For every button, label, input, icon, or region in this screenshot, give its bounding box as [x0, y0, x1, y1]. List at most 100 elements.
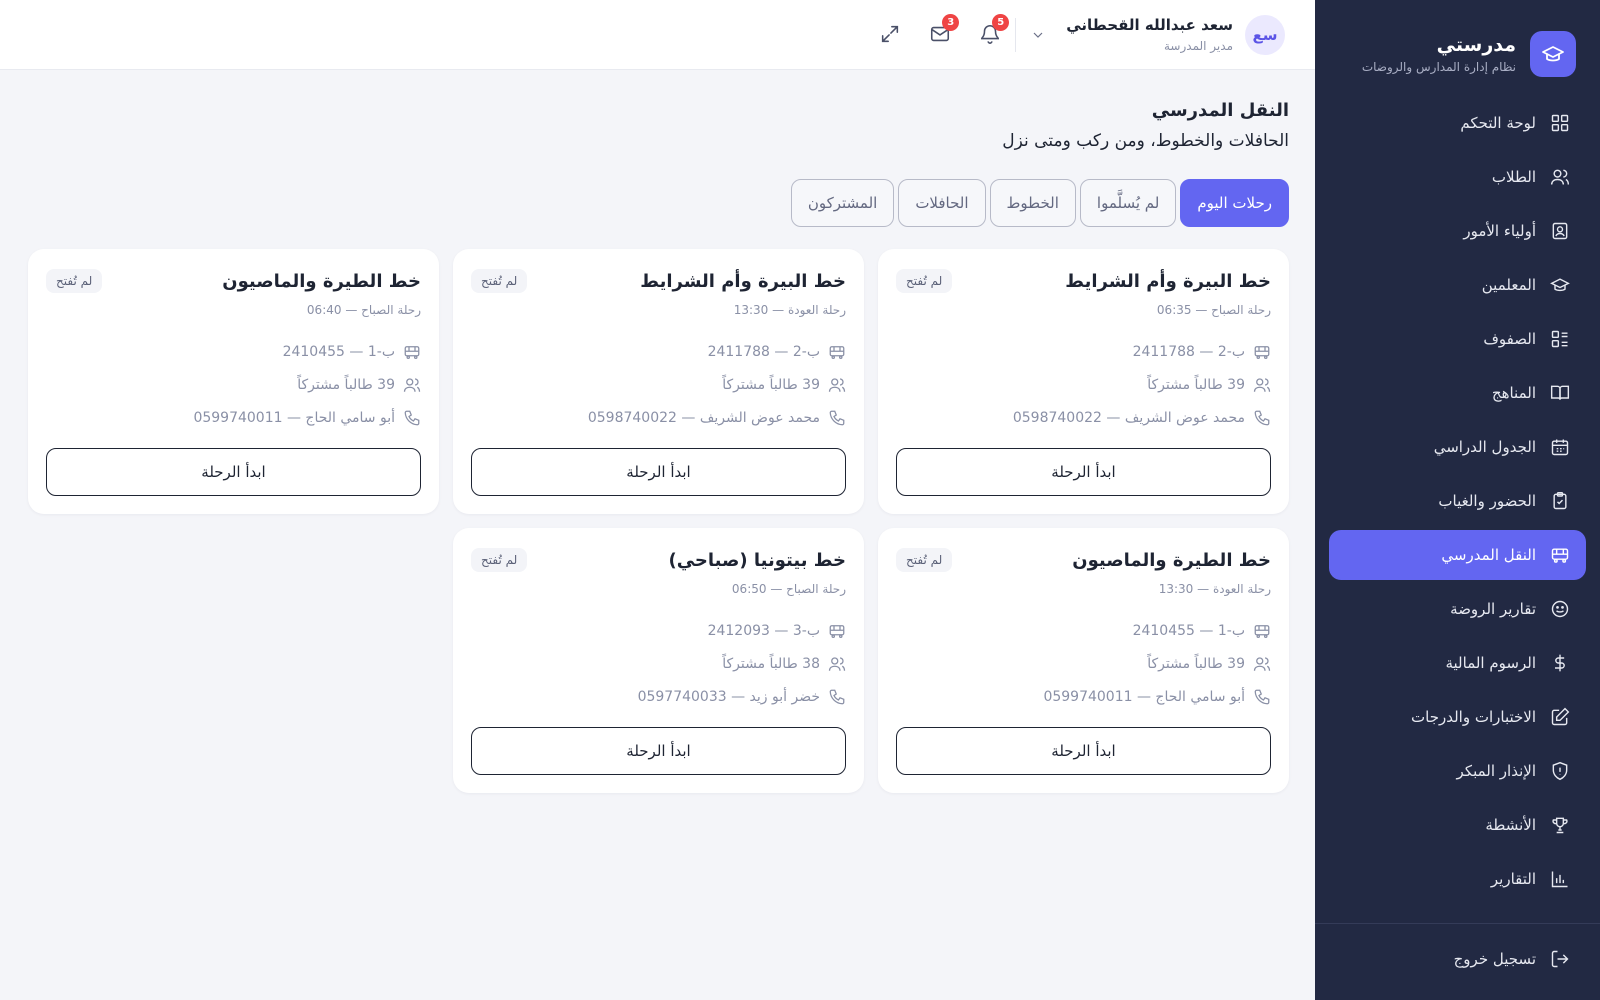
sidebar-item-schedule[interactable]: الجدول الدراسي	[1329, 422, 1586, 472]
start-trip-button[interactable]: ابدأ الرحلة	[471, 448, 846, 496]
sidebar-item-label: التقارير	[1490, 870, 1536, 888]
user-menu[interactable]: سعد عبدالله القحطاني مدير المدرسة سع	[1030, 14, 1285, 55]
sidebar-item-dashboard[interactable]: لوحة التحكم	[1329, 98, 1586, 148]
users-icon	[828, 656, 846, 671]
trip-driver: محمد عوض الشريف — 0598740022	[896, 401, 1271, 434]
sidebar-item-early-warning[interactable]: الإنذار المبكر	[1329, 746, 1586, 796]
trip-bus-text: ب-1 — 2410455	[1132, 622, 1245, 639]
status-badge: لم تُفتح	[471, 269, 528, 293]
bus-icon	[829, 624, 845, 638]
tab-today-trips[interactable]: رحلات اليوم	[1180, 179, 1289, 227]
start-trip-button[interactable]: ابدأ الرحلة	[471, 727, 846, 775]
trip-title: خط البيرة وأم الشرايط	[640, 270, 846, 292]
phone-icon	[829, 410, 845, 425]
sidebar-item-reports[interactable]: التقارير	[1329, 854, 1586, 904]
trophy-icon	[1552, 817, 1568, 834]
book-icon	[1550, 385, 1570, 400]
phone-icon	[1254, 689, 1270, 704]
trip-driver-text: محمد عوض الشريف — 0598740022	[1012, 409, 1245, 426]
sidebar-item-label: الجدول الدراسي	[1433, 438, 1536, 456]
sidebar-item-label: الرسوم المالية	[1445, 654, 1536, 672]
sidebar-item-kindergarten-reports[interactable]: تقارير الروضة	[1329, 584, 1586, 634]
trip-time: رحلة الصباح — 06:40	[306, 303, 421, 317]
trip-driver-text: أبو سامي الحاج — 0599740011	[193, 409, 395, 426]
sidebar-item-label: الاختبارات والدرجات	[1411, 708, 1536, 726]
trip-students-text: 39 طالباً مشتركاً	[1147, 376, 1245, 393]
sidebar-item-activities[interactable]: الأنشطة	[1329, 800, 1586, 850]
users-icon	[1550, 169, 1570, 185]
sidebar-item-label: الطلاب	[1491, 168, 1536, 186]
sidebar-item-label: تقارير الروضة	[1450, 600, 1536, 618]
trip-card: خط البيرة وأم الشرايط لم تُفتح رحلة العو…	[453, 249, 864, 514]
trip-bus: ب-1 — 2410455	[896, 614, 1271, 647]
expand-icon	[882, 25, 899, 42]
sidebar-item-exams[interactable]: الاختبارات والدرجات	[1329, 692, 1586, 742]
user-role: مدير المدرسة	[1163, 39, 1233, 53]
trip-card: خط البيرة وأم الشرايط لم تُفتح رحلة الصب…	[878, 249, 1289, 514]
bus-icon	[404, 345, 420, 359]
page-title: النقل المدرسي	[1151, 100, 1289, 121]
tab-buses[interactable]: الحافلات	[898, 179, 986, 227]
users-icon	[1253, 656, 1271, 671]
sidebar-item-classes[interactable]: الصفوف	[1329, 314, 1586, 364]
trip-bus-text: ب-2 — 2411788	[1132, 343, 1245, 360]
brand-name: مدرستي	[1436, 34, 1516, 56]
trip-time: رحلة الصباح — 06:50	[731, 582, 846, 596]
trip-driver: أبو سامي الحاج — 0599740011	[896, 680, 1271, 713]
top-bar: 3 5 سعد عبدالله القحطاني مدير المدرسة سع	[0, 0, 1315, 70]
notifications-badge: 5	[992, 13, 1010, 31]
tab-not-delivered[interactable]: لم يُسلَّموا	[1079, 179, 1177, 227]
edit-icon	[1551, 707, 1570, 726]
trip-time: رحلة العودة — 13:30	[1158, 582, 1271, 596]
sidebar-item-teachers[interactable]: المعلمين	[1329, 260, 1586, 310]
start-trip-button[interactable]: ابدأ الرحلة	[46, 448, 421, 496]
trip-students: 39 طالباً مشتركاً	[896, 647, 1271, 680]
sidebar-item-curricula[interactable]: المناهج	[1329, 368, 1586, 418]
sidebar-item-fees[interactable]: الرسوم المالية	[1329, 638, 1586, 688]
tab-routes[interactable]: الخطوط	[989, 179, 1076, 227]
bar-chart-icon	[1551, 871, 1568, 888]
sidebar-item-attendance[interactable]: الحضور والغياب	[1329, 476, 1586, 526]
notifications-button[interactable]: 5	[977, 13, 1010, 47]
status-badge: لم تُفتح	[46, 269, 103, 293]
trip-bus: ب-2 — 2411788	[896, 335, 1271, 368]
brand-subtitle: نظام إدارة المدارس والروضات	[1361, 60, 1516, 74]
sidebar-item-parents[interactable]: أولياء الأمور	[1329, 206, 1586, 256]
trip-bus: ب-2 — 2411788	[471, 335, 846, 368]
trip-title: خط بيتونيا (صباحي)	[668, 549, 846, 571]
trip-driver: خضر أبو زيد — 0597740033	[471, 680, 846, 713]
trip-time: رحلة العودة — 13:30	[733, 303, 846, 317]
top-actions: 3 5	[877, 13, 1010, 47]
sidebar-nav: لوحة التحكم الطلاب أولياء الأمور المعلمي…	[1315, 98, 1600, 904]
logout-label: تسجيل خروج	[1453, 950, 1536, 968]
sidebar-item-label: النقل المدرسي	[1441, 546, 1536, 564]
sidebar: مدرستي نظام إدارة المدارس والروضات لوحة …	[1315, 0, 1600, 1000]
trip-driver-text: أبو سامي الحاج — 0599740011	[1043, 688, 1245, 705]
trip-card: خط الطيرة والماصيون لم تُفتح رحلة الصباح…	[28, 249, 439, 514]
start-trip-button[interactable]: ابدأ الرحلة	[896, 727, 1271, 775]
status-badge: لم تُفتح	[896, 548, 953, 572]
user-name: سعد عبدالله القحطاني	[1066, 16, 1233, 34]
start-trip-button[interactable]: ابدأ الرحلة	[896, 448, 1271, 496]
sidebar-item-transport[interactable]: النقل المدرسي	[1329, 530, 1586, 580]
sidebar-item-label: الإنذار المبكر	[1456, 762, 1536, 780]
users-icon	[828, 377, 846, 392]
sidebar-item-label: الأنشطة	[1485, 816, 1536, 834]
trip-time: رحلة الصباح — 06:35	[1156, 303, 1271, 317]
sidebar-item-label: لوحة التحكم	[1460, 114, 1536, 132]
sidebar-item-label: أولياء الأمور	[1463, 222, 1536, 240]
tab-subscribers[interactable]: المشتركون	[790, 179, 895, 227]
sidebar-item-students[interactable]: الطلاب	[1329, 152, 1586, 202]
bus-icon	[1254, 345, 1270, 359]
trip-students-text: 39 طالباً مشتركاً	[1147, 655, 1245, 672]
trip-bus-text: ب-3 — 2412093	[707, 622, 820, 639]
phone-icon	[404, 410, 420, 425]
list-icon	[1551, 330, 1568, 348]
fullscreen-button[interactable]	[877, 23, 901, 47]
logout-button[interactable]: تسجيل خروج	[1329, 934, 1586, 984]
dashboard-icon	[1551, 114, 1569, 132]
messages-button[interactable]: 3	[927, 13, 960, 47]
messages-badge: 3	[942, 13, 960, 31]
main-content: النقل المدرسي الحافلات والخطوط، ومن ركب …	[0, 70, 1315, 793]
trip-bus: ب-3 — 2412093	[471, 614, 846, 647]
